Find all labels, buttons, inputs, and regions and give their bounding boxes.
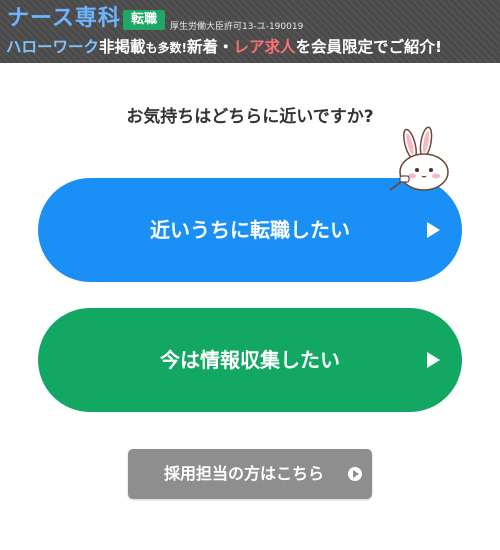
choice-info-gathering-label: 今は情報収集したい (160, 348, 340, 372)
license-number: 厚生労働大臣許可13-ユ-190019 (170, 22, 304, 32)
choice-change-soon-label: 近いうちに転職したい (150, 218, 350, 242)
recruiter-link-label: 採用担当の方はこちら (163, 464, 324, 483)
job-change-badge: 転職 (123, 10, 165, 30)
tagline-part3: も多数! (145, 41, 188, 55)
recruiter-link-button[interactable]: 採用担当の方はこちら (128, 449, 372, 499)
choice-change-soon-button[interactable]: 近いうちに転職したい (38, 178, 462, 282)
tagline-part5: レア求人 (233, 38, 296, 56)
tagline-part2: 非掲載 (99, 38, 146, 56)
tagline-part4: 新着・ (187, 38, 234, 56)
play-arrow-icon (427, 222, 440, 238)
brand-logo: ナース専科 (7, 6, 121, 31)
header-tagline: ハローワーク非掲載も多数!新着・レア求人を会員限定でご紹介! (6, 36, 498, 59)
tagline-part6: を会員限定でご紹介! (295, 38, 443, 56)
play-arrow-icon (427, 352, 440, 368)
rabbit-mascot-icon (389, 126, 449, 191)
circle-arrow-icon (348, 467, 362, 481)
header-banner: ナース専科 転職 厚生労働大臣許可13-ユ-190019 ハローワーク非掲載も多… (0, 0, 500, 63)
choice-info-gathering-button[interactable]: 今は情報収集したい (38, 308, 462, 412)
tagline-part1: ハローワーク (6, 38, 100, 56)
